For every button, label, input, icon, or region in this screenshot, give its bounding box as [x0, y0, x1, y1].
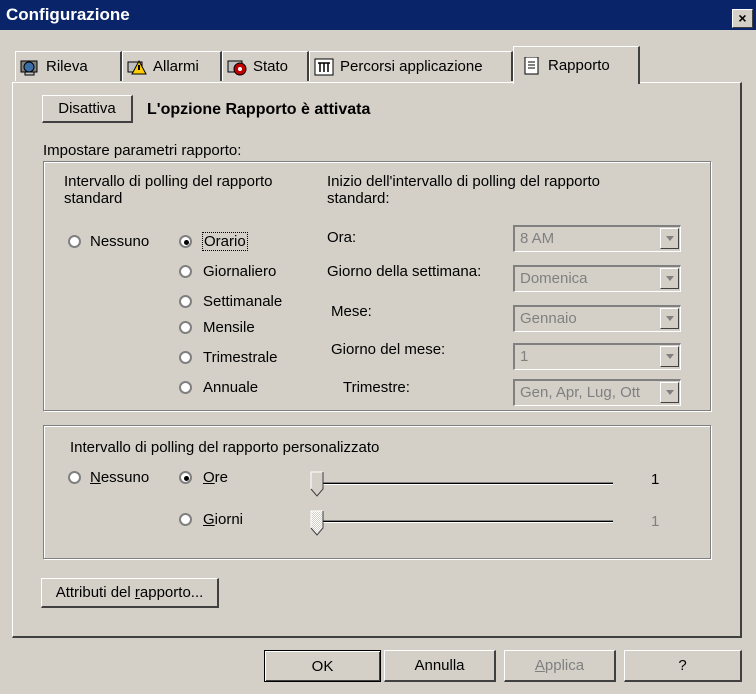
- custom-interval-title: Intervallo di polling del rapporto perso…: [70, 439, 380, 456]
- mnemonic-o: O: [203, 469, 215, 486]
- mnemonic-n: N: [90, 469, 101, 486]
- params-label: Impostare parametri rapporto:: [43, 142, 242, 159]
- apply-button[interactable]: Applica: [504, 650, 616, 682]
- quarter-combo[interactable]: Gen, Apr, Lug, Ott: [513, 379, 681, 406]
- close-icon: ×: [738, 10, 747, 26]
- hours-slider-thumb[interactable]: [310, 471, 324, 497]
- monthday-label: Giorno del mese:: [331, 341, 446, 358]
- radio-daily[interactable]: [179, 265, 192, 278]
- alarm-icon: [127, 59, 147, 74]
- quarter-value: Gen, Apr, Lug, Ott: [520, 384, 641, 401]
- disable-button[interactable]: Disattiva: [42, 95, 133, 123]
- days-value: 1: [651, 513, 660, 530]
- status-icon: [227, 60, 247, 75]
- tab-label: Rapporto: [548, 57, 610, 74]
- radio-hours[interactable]: [179, 471, 192, 484]
- month-label: Mese:: [331, 303, 372, 320]
- chevron-down-icon[interactable]: [660, 268, 679, 289]
- monthday-combo[interactable]: 1: [513, 343, 681, 370]
- tab-percorsi-applicazione[interactable]: Percorsi applicazione: [309, 51, 513, 81]
- radio-weekly-label: Settimanale: [203, 293, 283, 310]
- radio-days[interactable]: [179, 513, 192, 526]
- radio-monthly[interactable]: [179, 321, 192, 334]
- mnemonic-g: G: [203, 511, 215, 528]
- radio-yearly-label: Annuale: [203, 379, 259, 396]
- chevron-down-icon[interactable]: [660, 382, 679, 403]
- hours-value: 1: [651, 471, 660, 488]
- hours-rest: re: [214, 469, 229, 486]
- monthday-value: 1: [520, 348, 529, 365]
- days-rest: iorni: [214, 511, 244, 528]
- radio-quarterly-label: Trimestrale: [203, 349, 278, 366]
- report-icon: [524, 56, 539, 74]
- days-slider-thumb[interactable]: [310, 510, 324, 536]
- chevron-down-icon[interactable]: [660, 346, 679, 367]
- weekday-value: Domenica: [520, 270, 588, 287]
- standard-interval-title: Intervallo di polling del rapporto stand…: [64, 173, 272, 207]
- close-button[interactable]: ×: [732, 9, 753, 28]
- tab-label: Allarmi: [153, 58, 199, 75]
- quarter-label: Trimestre:: [343, 379, 410, 396]
- tab-allarmi[interactable]: Allarmi: [122, 51, 222, 81]
- tab-label: Stato: [253, 58, 289, 75]
- radio-hourly[interactable]: [179, 235, 192, 248]
- hour-label: Ora:: [327, 229, 357, 246]
- radio-daily-label: Giornaliero: [203, 263, 277, 280]
- hour-combo[interactable]: 8 AM: [513, 225, 681, 252]
- attributes-text-b: apporto...: [139, 584, 204, 601]
- hour-value: 8 AM: [520, 230, 555, 247]
- tab-label: Percorsi applicazione: [340, 58, 483, 75]
- report-attributes-button[interactable]: Attributi del r apporto...: [41, 578, 219, 608]
- standard-interval-title-line2: standard: [64, 190, 123, 207]
- standard-start-title: Inizio dell'intervallo di polling del ra…: [327, 173, 600, 207]
- tab-rapporto[interactable]: Rapporto: [513, 46, 640, 84]
- ok-button[interactable]: OK: [264, 650, 381, 682]
- month-value: Gennaio: [520, 310, 577, 327]
- report-status-text: L'opzione Rapporto è attivata: [147, 101, 371, 118]
- radio-days-label: Giorni: [203, 511, 243, 528]
- radio-quarterly[interactable]: [179, 351, 192, 364]
- radio-standard-none[interactable]: [68, 235, 81, 248]
- radio-weekly[interactable]: [179, 295, 192, 308]
- detect-icon: [20, 60, 38, 75]
- standard-start-title-line2: standard:: [327, 190, 390, 207]
- hours-slider-track[interactable]: [313, 482, 613, 485]
- month-combo[interactable]: Gennaio: [513, 305, 681, 332]
- radio-custom-none[interactable]: [68, 471, 81, 484]
- weekday-combo[interactable]: Domenica: [513, 265, 681, 292]
- tab-stato[interactable]: Stato: [222, 51, 309, 81]
- radio-monthly-label: Mensile: [203, 319, 255, 336]
- tab-panel-rapporto: Disattiva L'opzione Rapporto è attivata …: [12, 82, 742, 638]
- chevron-down-icon[interactable]: [660, 308, 679, 329]
- weekday-label: Giorno della settimana:: [327, 263, 482, 280]
- days-slider-track[interactable]: [313, 520, 613, 523]
- tab-label: Rileva: [46, 58, 88, 75]
- path-icon: [314, 58, 334, 75]
- attributes-text-a: Attributi del: [55, 584, 135, 601]
- mnemonic-a: A: [534, 657, 545, 674]
- window-title: Configurazione: [6, 5, 130, 24]
- radio-standard-none-label: Nessuno: [90, 233, 150, 250]
- apply-rest: pplica: [544, 657, 585, 674]
- radio-hours-label: Ore: [203, 469, 228, 486]
- cancel-button[interactable]: Annulla: [384, 650, 496, 682]
- radio-yearly[interactable]: [179, 381, 192, 394]
- standard-start-title-line1: Inizio dell'intervallo di polling del ra…: [327, 173, 601, 190]
- help-button[interactable]: ?: [624, 650, 742, 682]
- tab-rileva[interactable]: Rileva: [15, 51, 122, 81]
- radio-custom-none-label: Nessuno: [90, 469, 149, 486]
- radio-hourly-label: Orario: [202, 232, 248, 251]
- standard-interval-title-line1: Intervallo di polling del rapporto: [64, 173, 273, 190]
- custom-none-rest: essuno: [100, 469, 150, 486]
- chevron-down-icon[interactable]: [660, 228, 679, 249]
